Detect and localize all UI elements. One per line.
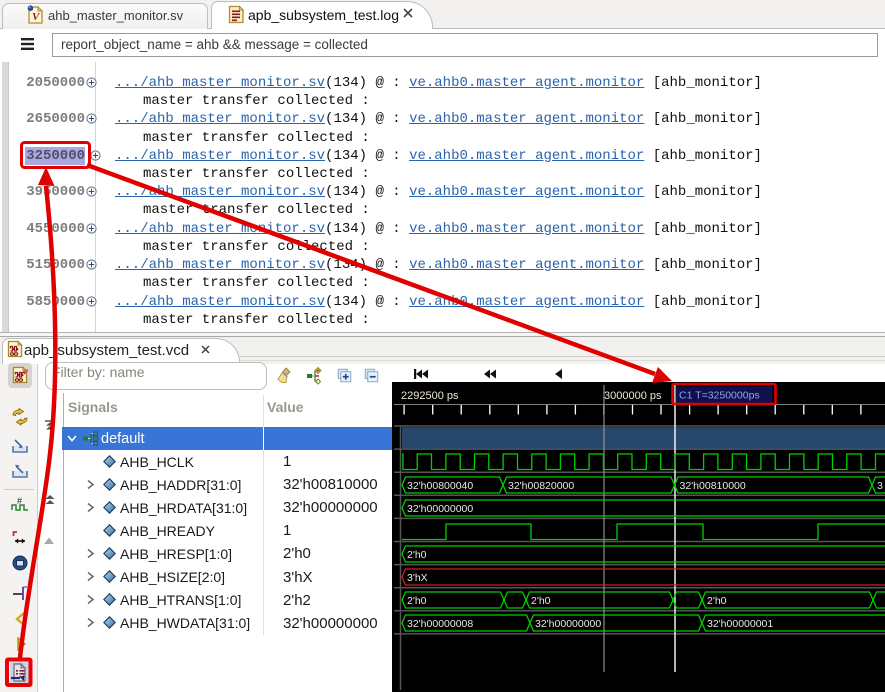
svg-text:32'h00000000: 32'h00000000 (535, 618, 601, 630)
svg-text:32'h00000008: 32'h00000008 (407, 618, 473, 630)
svg-text:3'hX: 3'hX (407, 572, 428, 584)
svg-text:2'h0: 2'h0 (531, 595, 551, 607)
svg-text:2'h0: 2'h0 (407, 549, 427, 561)
svg-text:3: 3 (877, 480, 883, 492)
svg-text:2292500 ps: 2292500 ps (401, 390, 459, 402)
svg-text:32'h00800040: 32'h00800040 (407, 480, 473, 492)
svg-text:2'h0: 2'h0 (407, 595, 427, 607)
svg-text:C1 T=3250000ps: C1 T=3250000ps (679, 390, 760, 402)
svg-text:32'h00000000: 32'h00000000 (407, 503, 473, 515)
svg-text:2'h0: 2'h0 (707, 595, 727, 607)
svg-text:32'h00000001: 32'h00000001 (707, 618, 773, 630)
svg-text:3000000 ps: 3000000 ps (604, 390, 662, 402)
svg-text:32'h00810000: 32'h00810000 (680, 480, 746, 492)
svg-text:32'h00820000: 32'h00820000 (508, 480, 574, 492)
